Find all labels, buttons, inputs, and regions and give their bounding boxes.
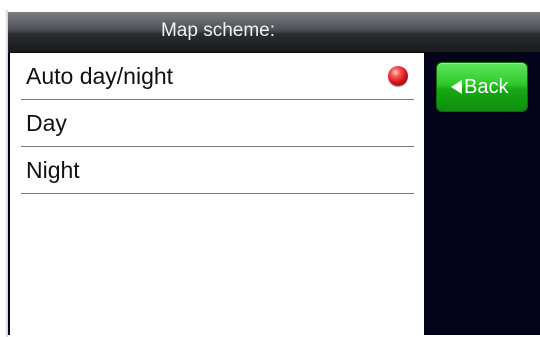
device-bezel-edge <box>0 10 8 337</box>
options-list: Auto day/night Day Night <box>10 53 424 335</box>
option-day[interactable]: Day <box>21 100 414 147</box>
map-scheme-screen: Map scheme: Auto day/night Day Night Bac… <box>8 12 540 335</box>
selected-radio-icon <box>388 66 408 86</box>
option-label: Auto day/night <box>26 63 174 89</box>
option-label: Night <box>26 157 80 183</box>
back-button-label: Back <box>464 76 509 98</box>
back-button[interactable]: Back <box>436 62 528 112</box>
page-title: Map scheme: <box>160 20 276 41</box>
option-night[interactable]: Night <box>21 147 414 194</box>
option-auto-day-night[interactable]: Auto day/night <box>21 53 414 100</box>
option-label: Day <box>26 110 67 136</box>
left-triangle-icon <box>451 80 462 94</box>
title-bar: Map scheme: <box>8 12 540 53</box>
